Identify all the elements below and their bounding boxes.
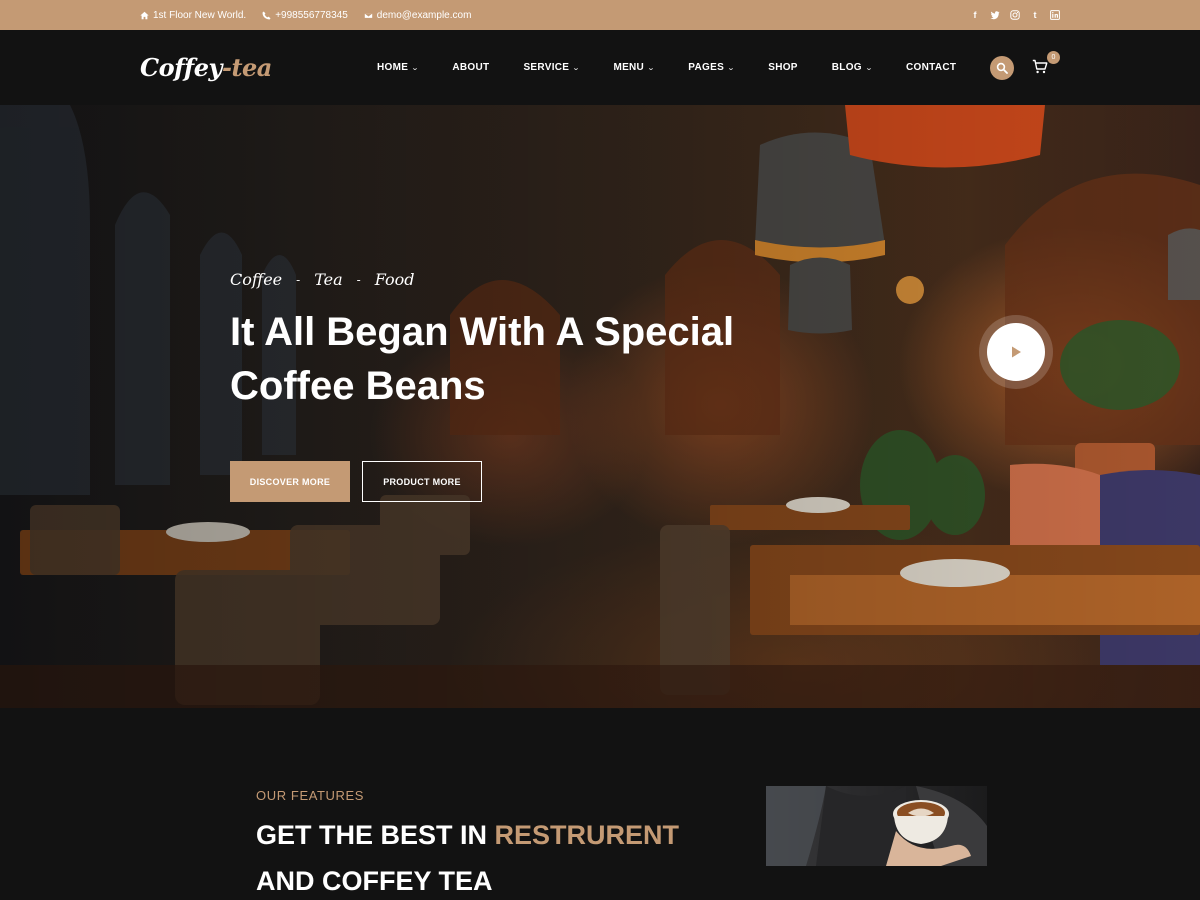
linkedin-icon[interactable]: [1050, 10, 1060, 20]
hero-content: Coffee - Tea - Food It All Began With A …: [230, 270, 770, 502]
hero-section: Coffee - Tea - Food It All Began With A …: [0, 105, 1200, 708]
facebook-icon[interactable]: f: [970, 10, 980, 20]
nav-label: BLOG: [831, 62, 862, 73]
nav-item-menu[interactable]: MENU ⌄: [596, 62, 671, 73]
mail-icon: [363, 11, 373, 19]
tagline-coffee: Coffee: [230, 270, 283, 289]
hero-buttons: DISCOVER MORE PRODUCT MORE: [230, 461, 770, 502]
email-text: demo@example.com: [376, 9, 472, 21]
play-icon: [1012, 346, 1021, 358]
features-title-highlight: RESTRURENT: [494, 820, 680, 850]
cart-button[interactable]: 0: [1032, 50, 1060, 77]
email-item[interactable]: demo@example.com: [363, 9, 472, 21]
nav-label: PAGES: [688, 62, 725, 73]
address-text: 1st Floor New World.: [153, 9, 247, 21]
chevron-down-icon: ⌄: [572, 64, 581, 72]
main-nav: HOME ⌄ ABOUT SERVICE ⌄ MENU ⌄ PAGES ⌄ SH…: [360, 62, 973, 73]
features-title: GET THE BEST IN RESTRURENT AND COFFEY TE…: [256, 812, 736, 900]
instagram-icon[interactable]: [1010, 10, 1020, 20]
address-item: 1st Floor New World.: [140, 10, 246, 21]
discover-more-button[interactable]: DISCOVER MORE: [230, 461, 350, 502]
features-kicker: OUR FEATURES: [256, 788, 365, 803]
tagline-separator: -: [356, 272, 361, 287]
header-actions: 0: [990, 50, 1060, 80]
phone-text: +998556778345: [275, 9, 348, 21]
chevron-down-icon: ⌄: [727, 64, 736, 72]
cart-count-badge: 0: [1047, 50, 1060, 64]
nav-item-home[interactable]: HOME ⌄: [360, 62, 435, 73]
nav-item-service[interactable]: SERVICE ⌄: [506, 62, 596, 73]
play-video-button[interactable]: [987, 323, 1045, 381]
nav-label: MENU: [613, 62, 645, 73]
nav-label: CONTACT: [906, 62, 957, 73]
site-logo[interactable]: Coffey-tea: [140, 53, 360, 82]
nav-label: ABOUT: [452, 62, 490, 73]
home-icon: [140, 11, 149, 19]
search-icon: [996, 62, 1008, 74]
coffee-cup-illustration: [766, 786, 987, 866]
cart-icon: [1032, 59, 1048, 73]
features-section: OUR FEATURES GET THE BEST IN RESTRURENT …: [0, 708, 1200, 900]
tagline-tea: Tea: [314, 270, 343, 289]
social-links: f t: [970, 10, 1060, 20]
main-header: Coffey-tea HOME ⌄ ABOUT SERVICE ⌄ MENU ⌄…: [0, 30, 1200, 105]
logo-main: Coffey: [140, 53, 222, 82]
chevron-down-icon: ⌄: [864, 64, 873, 72]
product-more-button[interactable]: PRODUCT MORE: [362, 461, 482, 502]
contact-info: 1st Floor New World. +998556778345 demo@…: [140, 10, 471, 21]
features-title-part1: GET THE BEST IN: [256, 820, 495, 850]
coffee-cup-image: [766, 786, 987, 866]
tagline-food: Food: [374, 270, 415, 289]
nav-label: SHOP: [768, 62, 798, 73]
phone-item[interactable]: +998556778345: [262, 10, 348, 21]
logo-accent: tea: [231, 53, 272, 82]
phone-icon: [262, 10, 271, 19]
chevron-down-icon: ⌄: [411, 64, 420, 72]
nav-item-about[interactable]: ABOUT: [435, 62, 506, 73]
nav-label: SERVICE: [523, 62, 570, 73]
twitter-icon[interactable]: [990, 10, 1000, 20]
tagline-separator: -: [296, 272, 301, 287]
features-title-part2: AND COFFEY TEA: [256, 866, 493, 896]
nav-item-shop[interactable]: SHOP: [751, 62, 815, 73]
nav-item-pages[interactable]: PAGES ⌄: [671, 62, 751, 73]
hero-title: It All Began With A Special Coffee Beans: [230, 310, 735, 408]
tumblr-icon[interactable]: t: [1030, 10, 1040, 20]
nav-item-contact[interactable]: CONTACT: [889, 62, 973, 73]
nav-item-blog[interactable]: BLOG ⌄: [815, 62, 889, 73]
hero-tagline: Coffee - Tea - Food: [230, 270, 770, 289]
chevron-down-icon: ⌄: [647, 64, 656, 72]
search-button[interactable]: [990, 55, 1014, 80]
topbar: 1st Floor New World. +998556778345 demo@…: [0, 0, 1200, 30]
nav-label: HOME: [377, 62, 409, 73]
